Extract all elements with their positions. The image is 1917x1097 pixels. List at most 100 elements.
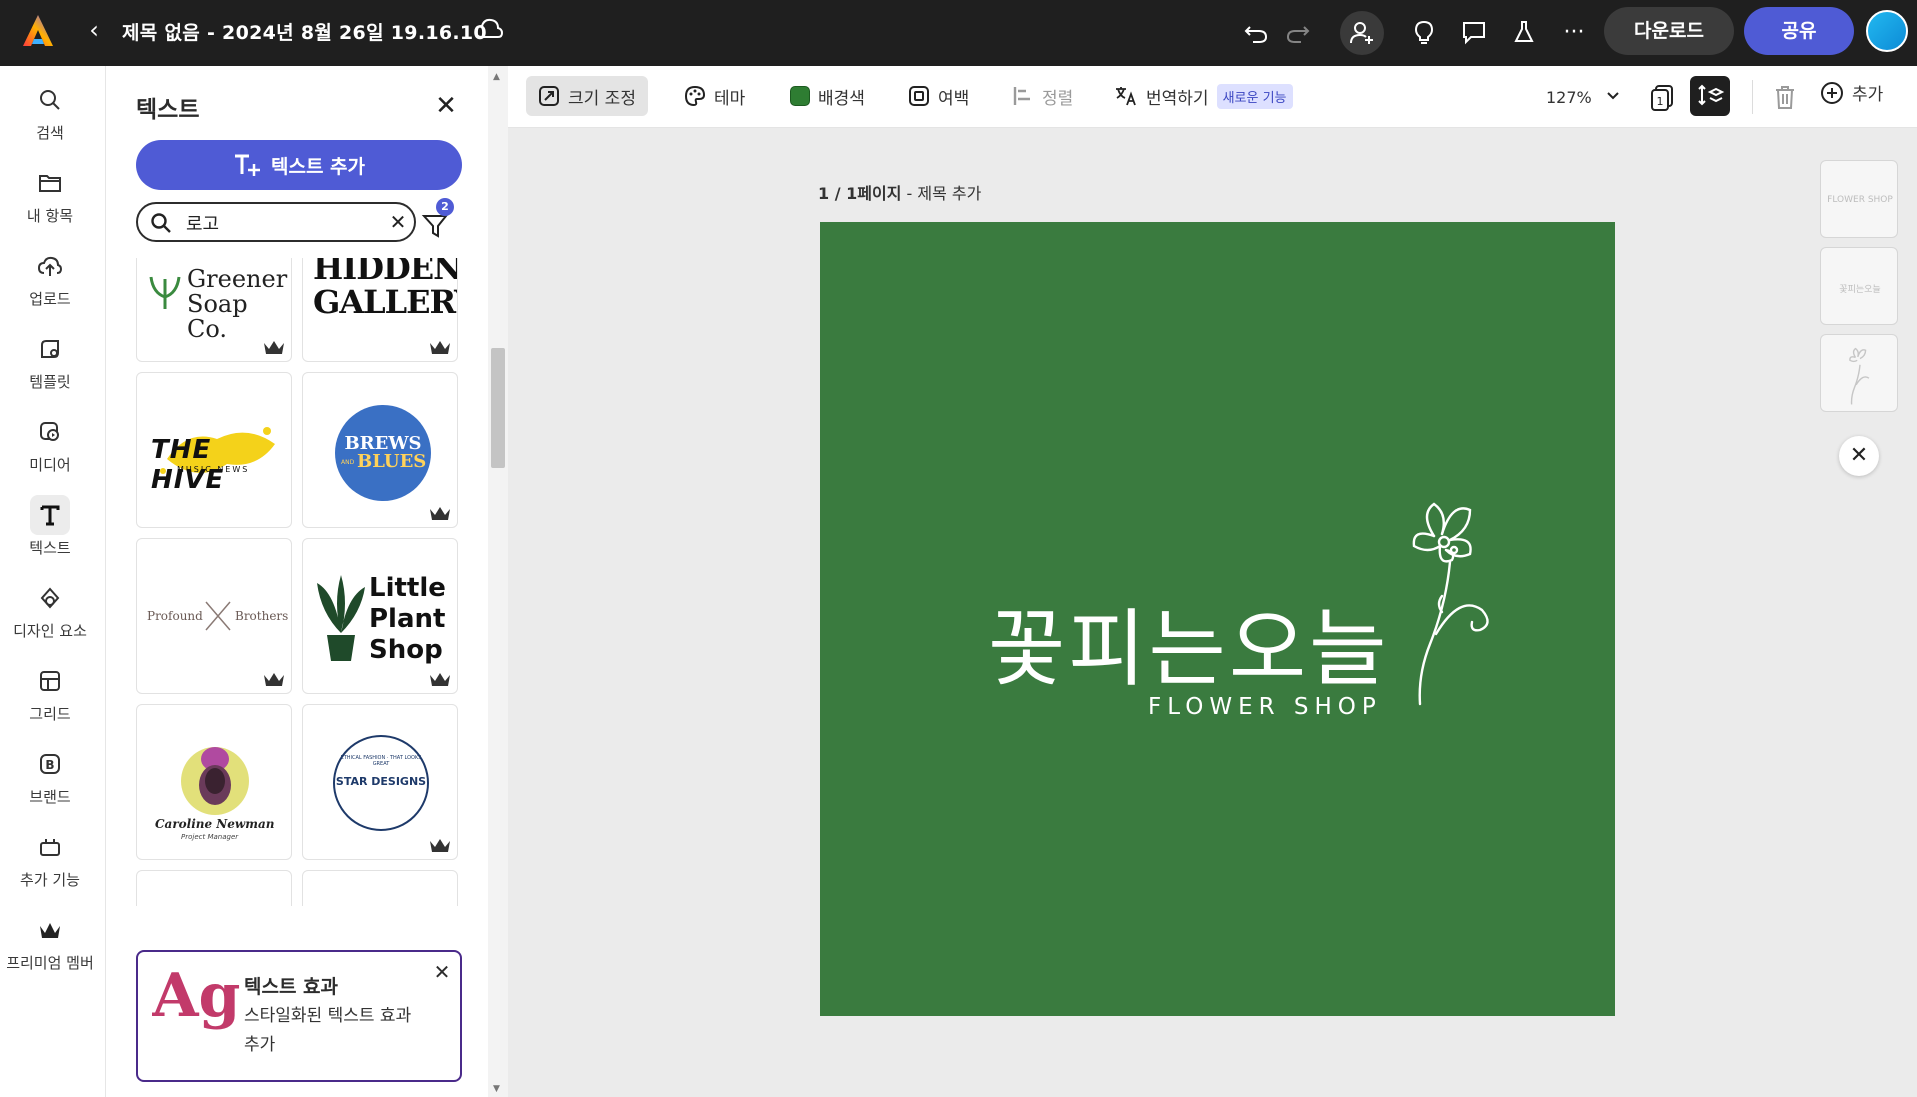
logo-card-star-designs[interactable]: ETHICAL FASHION · THAT LOOKS GREAT STAR … <box>302 704 458 860</box>
comment-icon[interactable] <box>1456 14 1492 50</box>
effects-art-text: Ag <box>152 962 241 1031</box>
flower-line-art-icon[interactable] <box>1390 484 1510 706</box>
rail-item-text[interactable]: 텍스트 <box>0 495 100 558</box>
rail-label: 템플릿 <box>29 373 71 391</box>
page-thumbnail[interactable] <box>1820 334 1898 412</box>
rail-label: 그리드 <box>29 705 71 723</box>
search-input[interactable] <box>186 210 376 236</box>
text-panel: 텍스트 ✕ 텍스트 추가 ✕ 2 Greener Soap Co. HIDDEN… <box>106 66 508 1097</box>
logo-card-partial[interactable] <box>302 870 458 906</box>
rail-item-brand[interactable]: B 브랜드 <box>0 744 100 807</box>
lightbulb-icon[interactable] <box>1406 14 1442 50</box>
logo-card-hidden-gallery[interactable]: HIDDEN GALLERY <box>302 258 458 362</box>
rail-label: 검색 <box>36 124 64 142</box>
palette-icon <box>684 85 706 107</box>
add-text-button[interactable]: 텍스트 추가 <box>136 140 462 190</box>
adobe-express-logo[interactable] <box>20 13 56 49</box>
download-button[interactable]: 다운로드 <box>1604 7 1734 55</box>
logo-card-greener-soap[interactable]: Greener Soap Co. <box>136 258 292 362</box>
grid-icon <box>30 661 70 701</box>
invite-user-icon[interactable] <box>1340 11 1384 55</box>
page-thumbnail[interactable]: 꽃피는오늘 <box>1820 247 1898 325</box>
logo-card-profound-brothers[interactable]: Profound Brothers <box>136 538 292 694</box>
logo-text: Profound <box>147 609 203 623</box>
logo-card-brews-blues[interactable]: BREWS AND BLUES <box>302 372 458 528</box>
rail-item-premium[interactable]: 프리미엄 멤버 <box>0 910 100 973</box>
premium-crown-icon <box>30 910 70 950</box>
close-icon[interactable]: ✕ <box>430 960 454 984</box>
logo-text: Greener Soap Co. <box>187 265 288 343</box>
logo-korean-text[interactable]: 꽃피는오늘 <box>988 582 1389 703</box>
upload-cloud-icon <box>30 246 70 286</box>
cloud-sync-icon[interactable] <box>474 16 504 42</box>
scroll-thumb[interactable] <box>491 348 505 468</box>
rail-item-addons[interactable]: 추가 기능 <box>0 827 100 890</box>
panel-title: 텍스트 <box>136 97 200 123</box>
clear-search-icon[interactable]: ✕ <box>386 209 410 235</box>
page-title: - 제목 추가 <box>901 184 982 203</box>
shapes-icon <box>30 578 70 618</box>
translate-icon <box>1116 87 1136 106</box>
panel-scrollbar[interactable]: ▲ ▼ <box>488 66 508 1097</box>
rail-label: 내 항목 <box>26 207 74 225</box>
theme-button[interactable]: 테마 <box>672 76 757 116</box>
svg-text:B: B <box>45 758 54 772</box>
text-effects-card[interactable]: Ag 텍스트 효과 스타일화된 텍스트 효과 추가 ✕ <box>136 950 462 1082</box>
add-page-button[interactable]: 추가 <box>1820 80 1883 105</box>
back-chevron-icon[interactable]: ‹ <box>82 15 106 45</box>
scroll-up-arrow-icon[interactable]: ▲ <box>493 72 500 82</box>
rail-label: 브랜드 <box>29 788 71 806</box>
close-thumbnails-icon[interactable]: ✕ <box>1839 436 1879 476</box>
logo-english-text[interactable]: FLOWER SHOP <box>1148 694 1382 720</box>
logo-card-the-hive[interactable]: THE HIVE MUSIC NEWS <box>136 372 292 528</box>
pages-icon[interactable]: 1 <box>1648 82 1678 112</box>
rail-item-search[interactable]: 검색 <box>0 80 100 143</box>
scroll-down-arrow-icon[interactable]: ▼ <box>493 1084 500 1094</box>
rail-label: 추가 기능 <box>20 871 80 889</box>
more-options-icon[interactable]: ··· <box>1556 14 1592 50</box>
share-button[interactable]: 공유 <box>1744 7 1854 55</box>
redo-icon[interactable] <box>1280 14 1316 50</box>
text-effects-description: 스타일화된 텍스트 효과 추가 <box>244 1006 412 1055</box>
logo-text: STAR DESIGNS <box>335 775 427 788</box>
align-left-icon <box>1013 87 1030 105</box>
zoom-level[interactable]: 127% <box>1546 88 1592 107</box>
document-title[interactable]: 제목 없음 - 2024년 8월 26일 19.16.10 <box>122 18 487 45</box>
align-button[interactable]: 정렬 <box>1000 76 1085 116</box>
close-icon[interactable]: ✕ <box>432 92 460 120</box>
translate-button[interactable]: 번역하기 새로운 기능 <box>1102 76 1305 116</box>
logo-card-partial[interactable] <box>136 870 292 906</box>
chevron-down-icon[interactable] <box>1604 86 1622 104</box>
background-color-button[interactable]: 배경색 <box>778 76 877 116</box>
logo-card-caroline-newman[interactable]: Caroline Newman Project Manager <box>136 704 292 860</box>
flask-icon[interactable] <box>1506 14 1542 50</box>
portrait-illustration <box>181 747 249 815</box>
rail-item-my-items[interactable]: 내 항목 <box>0 163 100 226</box>
page-label[interactable]: 1 / 1페이지 - 제목 추가 <box>818 180 981 204</box>
search-field[interactable]: ✕ <box>136 202 416 242</box>
rail-item-design-elements[interactable]: 디자인 요소 <box>0 578 100 641</box>
translate-label: 번역하기 <box>1146 88 1209 109</box>
rail-item-grid[interactable]: 그리드 <box>0 661 100 724</box>
user-avatar[interactable] <box>1866 10 1908 52</box>
logo-text: Little Plant Shop <box>369 573 446 665</box>
rail-item-upload[interactable]: 업로드 <box>0 246 100 309</box>
rail-item-media[interactable]: 미디어 <box>0 412 100 475</box>
thumbnail-text: 꽃피는오늘 <box>1839 285 1881 295</box>
layers-icon <box>1698 84 1725 106</box>
design-artboard[interactable]: 꽃피는오늘 FLOWER SHOP <box>820 222 1615 1016</box>
margin-button[interactable]: 여백 <box>896 76 981 116</box>
crossed-arrows-icon <box>205 601 231 631</box>
page-thumbnail[interactable]: FLOWER SHOP <box>1820 160 1898 238</box>
flower-thumbnail-icon <box>1849 347 1870 405</box>
layers-button[interactable] <box>1690 76 1730 116</box>
rail-label: 디자인 요소 <box>13 622 87 640</box>
add-text-label: 텍스트 추가 <box>270 155 365 178</box>
trash-icon[interactable] <box>1770 82 1800 112</box>
resize-button[interactable]: 크기 조정 <box>526 76 648 116</box>
logo-card-little-plant-shop[interactable]: Little Plant Shop <box>302 538 458 694</box>
page-number: 1 / 1페이지 <box>818 184 902 203</box>
premium-crown-icon <box>264 673 284 686</box>
undo-icon[interactable] <box>1238 14 1274 50</box>
rail-item-templates[interactable]: 템플릿 <box>0 329 100 392</box>
